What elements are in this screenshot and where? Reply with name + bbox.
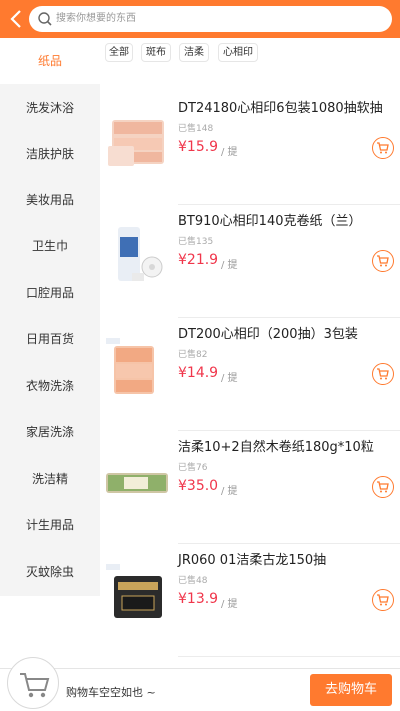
product-name: 洁柔10+2自然木卷纸180g*10粒 <box>178 440 374 455</box>
sidebar-item-label: 洗洁精 <box>31 472 68 486</box>
product-name: DT24180心相印6包装1080抽软抽 <box>178 101 383 116</box>
sidebar-item-label: 计生用品 <box>25 518 74 532</box>
divider <box>178 656 400 657</box>
tag-xinxiangyin[interactable]: 心相印 <box>218 43 258 62</box>
product-sold: 已售76 <box>178 463 208 473</box>
sidebar-item-label: 日用百货 <box>25 332 74 346</box>
sidebar-item-laundry[interactable]: 衣物洗涤 <box>0 378 100 394</box>
product-unit: / 提 <box>221 373 238 384</box>
filter-tags: 全部 斑布 洁柔 心相印 <box>100 38 400 68</box>
product-unit: / 提 <box>221 260 238 271</box>
cart-icon[interactable] <box>7 657 59 709</box>
cart-icon[interactable] <box>372 589 394 611</box>
sidebar-item-label: 灭蚊除虫 <box>25 565 74 579</box>
sidebar-item-pest-control[interactable]: 灭蚊除虫 <box>0 564 100 580</box>
product-item[interactable]: DT200心相印（200抽）3包装 已售82 ¥14.9 / 提 <box>100 318 400 431</box>
sidebar-item-paper[interactable]: 纸品 <box>0 38 100 84</box>
product-sold: 已售135 <box>178 237 214 247</box>
product-unit: / 提 <box>221 599 238 610</box>
product-sold: 已售82 <box>178 350 208 360</box>
product-unit: / 提 <box>221 147 238 158</box>
cart-icon[interactable] <box>372 363 394 385</box>
tag-jierou[interactable]: 洁柔 <box>179 43 209 62</box>
product-sold: 已售148 <box>178 124 214 134</box>
product-price: ¥13.9 <box>178 591 219 607</box>
sidebar-item-makeup[interactable]: 美妆用品 <box>0 192 100 208</box>
sidebar-item-label: 洗发沐浴 <box>25 101 74 115</box>
product-price: ¥14.9 <box>178 365 219 381</box>
sidebar-item-shampoo[interactable]: 洗发沐浴 <box>0 100 100 116</box>
product-name: DT200心相印（200抽）3包装 <box>178 327 358 342</box>
sidebar-item-label: 卫生巾 <box>31 239 68 253</box>
cart-icon[interactable] <box>372 137 394 159</box>
search-icon <box>37 11 53 27</box>
product-item[interactable]: BT910心相印140克卷纸（兰） 已售135 ¥21.9 / 提 <box>100 205 400 318</box>
top-bar: 搜索你想要的东西 <box>0 0 400 38</box>
search-input[interactable]: 搜索你想要的东西 <box>29 6 392 32</box>
go-to-cart-button[interactable]: 去购物车 <box>310 674 392 706</box>
sidebar-item-label: 美妆用品 <box>25 193 74 207</box>
product-image <box>104 110 170 176</box>
sidebar-item-oral-care[interactable]: 口腔用品 <box>0 285 100 301</box>
search-placeholder: 搜索你想要的东西 <box>56 13 136 24</box>
back-arrow-icon[interactable] <box>6 7 28 31</box>
product-price: ¥35.0 <box>178 478 219 494</box>
product-name: JR060 01洁柔古龙150抽 <box>178 553 327 568</box>
category-sidebar: 纸品 洗发沐浴 洁肤护肤 美妆用品 卫生巾 口腔用品 日用百货 衣物洗涤 家居洗… <box>0 38 100 596</box>
cart-icon[interactable] <box>372 250 394 272</box>
sidebar-item-dish-soap[interactable]: 洗洁精 <box>0 471 100 487</box>
sidebar-item-daily-goods[interactable]: 日用百货 <box>0 331 100 347</box>
product-price: ¥15.9 <box>178 139 219 155</box>
sidebar-item-label: 纸品 <box>37 54 62 68</box>
product-image <box>104 562 170 628</box>
product-image <box>104 223 170 289</box>
product-item[interactable]: DT24180心相印6包装1080抽软抽 已售148 ¥15.9 / 提 <box>100 92 400 205</box>
cart-icon[interactable] <box>372 476 394 498</box>
sidebar-item-label: 口腔用品 <box>25 286 74 300</box>
sidebar-item-sanitary-pads[interactable]: 卫生巾 <box>0 238 100 254</box>
cart-empty-text: 购物车空空如也 ~ <box>66 686 156 699</box>
product-item[interactable]: 洁柔10+2自然木卷纸180g*10粒 已售76 ¥35.0 / 提 <box>100 431 400 544</box>
tag-banbu[interactable]: 斑布 <box>141 43 171 62</box>
sidebar-item-family-planning[interactable]: 计生用品 <box>0 517 100 533</box>
sidebar-item-label: 洁肤护肤 <box>25 147 74 161</box>
product-name: BT910心相印140克卷纸（兰） <box>178 214 362 229</box>
product-item[interactable]: JR060 01洁柔古龙150抽 已售48 ¥13.9 / 提 <box>100 544 400 657</box>
product-unit: / 提 <box>221 486 238 497</box>
sidebar-item-label: 家居洗涤 <box>25 425 74 439</box>
product-price: ¥21.9 <box>178 252 219 268</box>
product-sold: 已售48 <box>178 576 208 586</box>
sidebar-item-home-cleaning[interactable]: 家居洗涤 <box>0 424 100 440</box>
product-image <box>104 449 170 515</box>
sidebar-item-label: 衣物洗涤 <box>25 379 74 393</box>
tag-all[interactable]: 全部 <box>105 43 133 62</box>
product-image <box>104 336 170 402</box>
sidebar-item-skincare[interactable]: 洁肤护肤 <box>0 146 100 162</box>
